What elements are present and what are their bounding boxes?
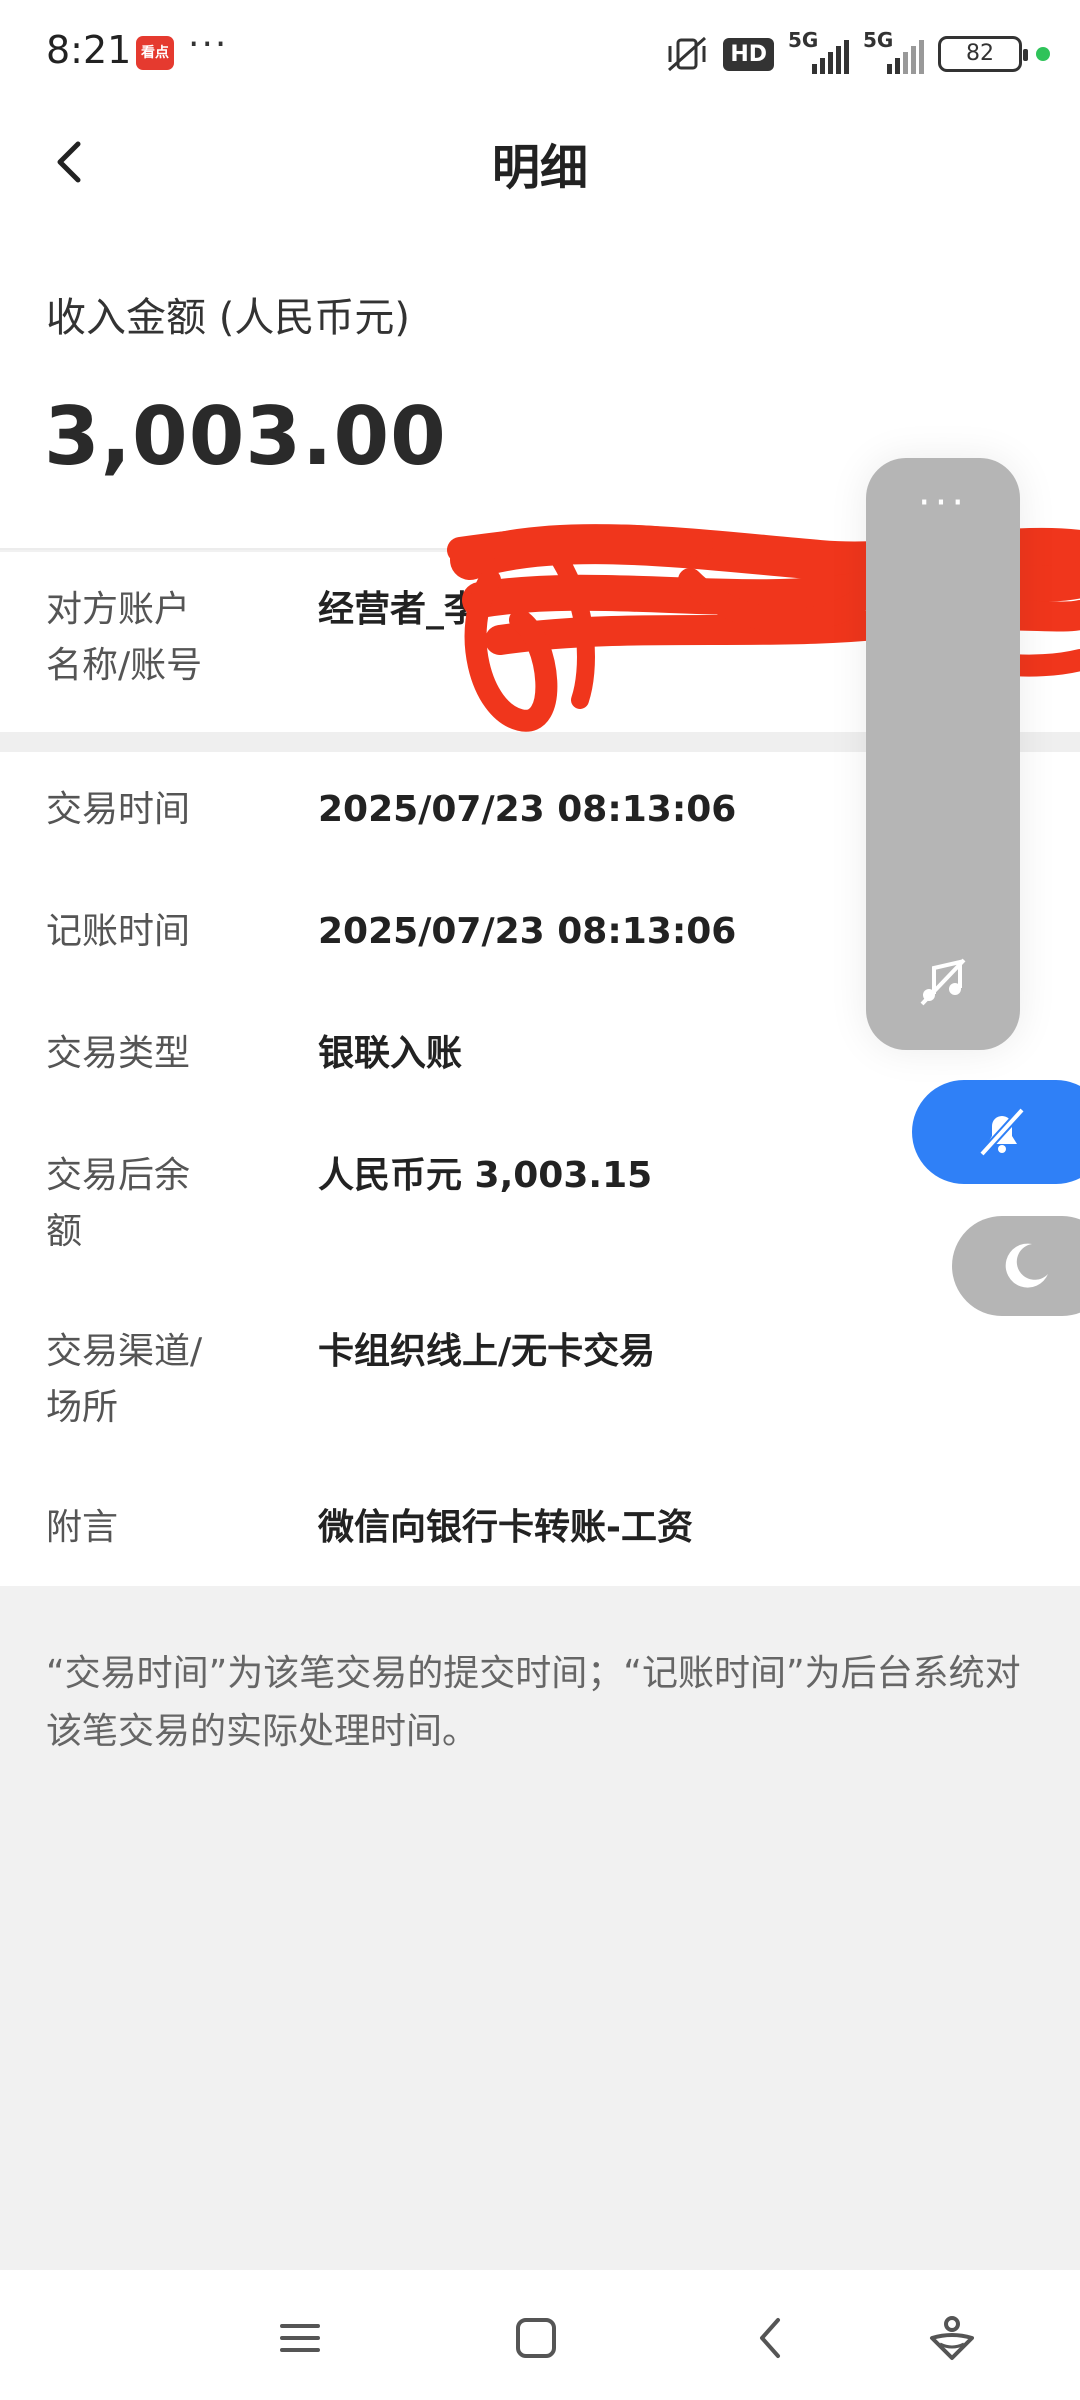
floating-side-panel[interactable]: ··· bbox=[866, 458, 1020, 1050]
detail-value: 人民币元 3,003.15 bbox=[318, 1155, 653, 1196]
status-time: 8:21 bbox=[46, 28, 132, 72]
status-bar: 8:21 看点 ··· HD 5G 5G 82 bbox=[0, 0, 1080, 110]
music-off-icon[interactable] bbox=[916, 954, 970, 1008]
detail-label: 交易渠道/ 场所 bbox=[46, 1331, 203, 1428]
moon-icon bbox=[1005, 1243, 1048, 1288]
top-app-bar: 明细 bbox=[0, 110, 1080, 240]
panel-more-icon[interactable]: ··· bbox=[866, 480, 1020, 526]
detail-label: 记账时间 bbox=[46, 911, 191, 952]
assistant-icon[interactable] bbox=[924, 2310, 980, 2366]
home-square-icon[interactable] bbox=[508, 2310, 564, 2366]
detail-label: 附言 bbox=[46, 1507, 119, 1548]
system-nav-bar bbox=[0, 2270, 1080, 2400]
more-notifications-icon: ··· bbox=[188, 24, 229, 65]
battery-icon: 82 bbox=[938, 36, 1028, 72]
signal-5g-icon-2: 5G bbox=[863, 28, 924, 74]
detail-value: 卡组织线上/无卡交易 bbox=[318, 1331, 656, 1372]
counterparty-value: 经营者_李 bbox=[318, 589, 481, 630]
detail-value: 银联入账 bbox=[318, 1033, 463, 1074]
amount-value: 3,003.00 bbox=[44, 390, 447, 483]
page-title: 明细 bbox=[491, 140, 588, 196]
mute-toggle-button[interactable] bbox=[912, 1080, 1080, 1184]
detail-value: 2025/07/23 08:13:06 bbox=[318, 911, 737, 952]
status-indicators: HD 5G 5G 82 bbox=[665, 28, 1050, 78]
amount-label: 收入金额 (人民币元) bbox=[46, 295, 410, 341]
dark-mode-button[interactable] bbox=[952, 1216, 1080, 1316]
privacy-indicator-dot bbox=[1036, 47, 1050, 61]
bell-off-icon bbox=[979, 1107, 1025, 1157]
menu-icon[interactable] bbox=[272, 2310, 328, 2366]
detail-label: 交易类型 bbox=[46, 1033, 191, 1074]
detail-label: 交易后余 额 bbox=[46, 1155, 191, 1252]
counterparty-label: 对方账户 名称/账号 bbox=[46, 589, 203, 686]
detail-value: 2025/07/23 08:13:06 bbox=[318, 789, 737, 830]
nav-back-icon[interactable] bbox=[744, 2310, 800, 2366]
detail-value: 微信向银行卡转账-工资 bbox=[318, 1507, 693, 1548]
footnote-text: “交易时间”为该笔交易的提交时间；“记账时间”为后台系统对该笔交易的实际处理时间… bbox=[46, 1653, 1021, 1752]
hd-voice-icon: HD bbox=[723, 37, 774, 71]
vibrate-off-icon bbox=[668, 36, 707, 72]
app-notification-icon: 看点 bbox=[136, 36, 174, 70]
signal-5g-icon-1: 5G bbox=[788, 28, 849, 74]
detail-label: 交易时间 bbox=[46, 789, 191, 830]
